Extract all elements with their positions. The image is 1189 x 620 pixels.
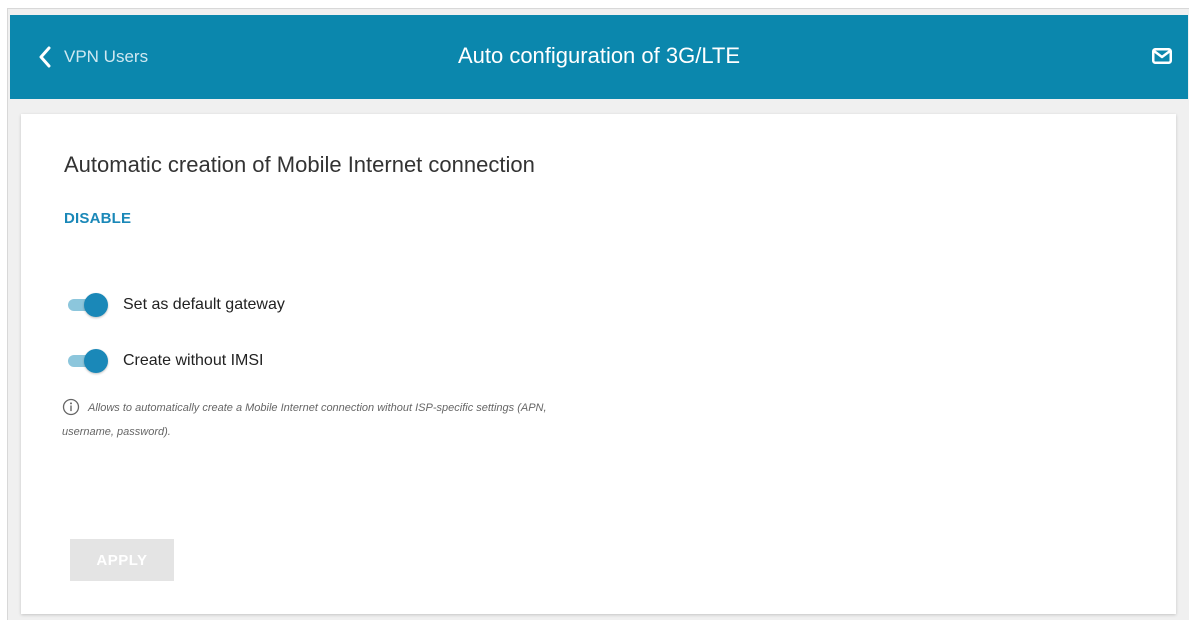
default-gateway-row: Set as default gateway [66,291,285,319]
default-gateway-toggle[interactable] [66,293,108,317]
hint-text: Allows to automatically create a Mobile … [62,402,547,438]
app-frame: VPN Users Auto configuration of 3G/LTE A… [7,8,1189,620]
mail-icon [1152,48,1172,64]
toggle-knob [84,293,108,317]
notifications-button[interactable] [1152,48,1172,64]
hint-text-block: Allows to automatically create a Mobile … [62,396,582,444]
create-without-imsi-label: Create without IMSI [123,352,264,369]
create-without-imsi-row: Create without IMSI [66,347,264,375]
disable-button[interactable]: DISABLE [64,210,131,227]
settings-card: Automatic creation of Mobile Internet co… [21,114,1176,614]
apply-button[interactable]: APPLY [70,539,174,581]
info-icon [62,398,80,416]
toggle-knob [84,349,108,373]
default-gateway-label: Set as default gateway [123,296,285,313]
create-without-imsi-toggle[interactable] [66,349,108,373]
page-title: Auto configuration of 3G/LTE [457,43,741,68]
top-bar: VPN Users Auto configuration of 3G/LTE [10,15,1188,99]
section-title: Automatic creation of Mobile Internet co… [64,152,535,177]
